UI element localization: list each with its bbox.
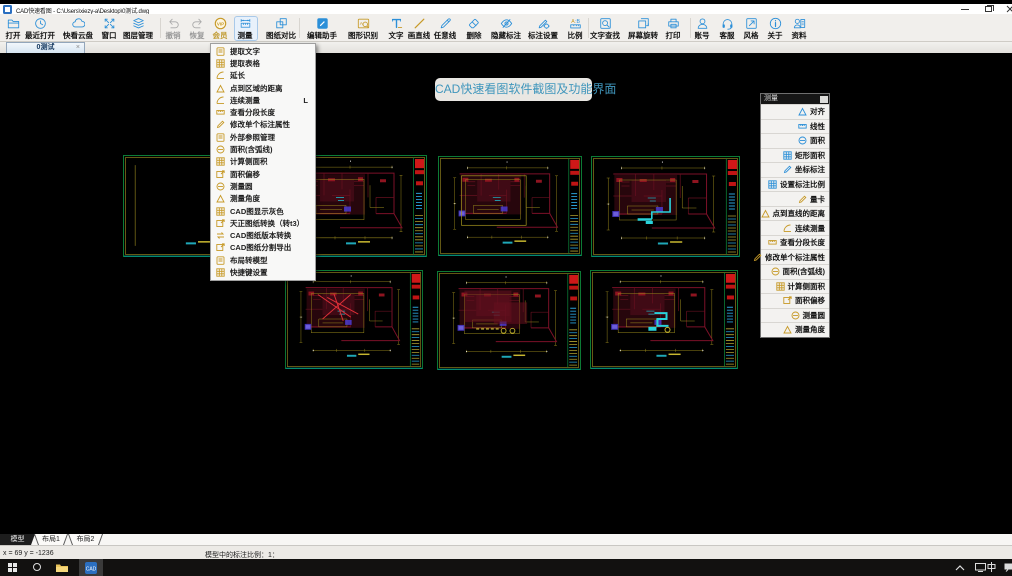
svg-text::B: :B <box>575 19 580 25</box>
svg-text:CAD: CAD <box>86 566 97 572</box>
